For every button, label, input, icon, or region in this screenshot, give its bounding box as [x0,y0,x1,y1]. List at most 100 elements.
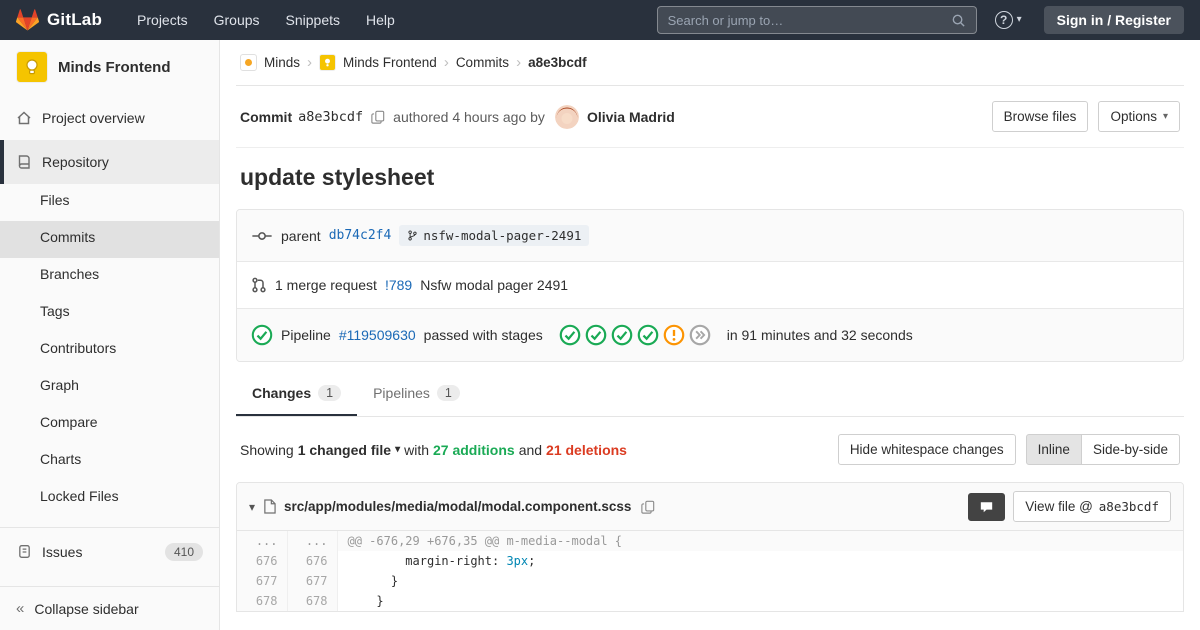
branch-name: nsfw-modal-pager-2491 [423,228,581,243]
nav-snippets[interactable]: Snippets [275,0,351,40]
collapse-diff-caret-icon[interactable]: ▾ [249,500,255,514]
diff-view-controls: Hide whitespace changes Inline Side-by-s… [838,434,1180,465]
lightbulb-icon [24,58,40,76]
sidebar-item-commits[interactable]: Commits [0,221,219,258]
view-file-sha: a8e3bcdf [1099,499,1159,514]
diff-line: 676 676 margin-right: 3px; [237,551,1183,571]
breadcrumb-minds[interactable]: Minds [264,55,300,70]
sidebar-item-files[interactable]: Files [0,184,219,221]
project-sidebar: Minds Frontend Project overview Reposito… [0,40,220,630]
collapse-sidebar-button[interactable]: « Collapse sidebar [0,586,219,630]
chevron-down-icon: ▾ [1017,15,1022,25]
project-context-header[interactable]: Minds Frontend [0,40,219,96]
code-text: ; [528,554,535,568]
diff-file-panel: ▾ src/app/modules/media/modal/modal.comp… [236,482,1184,612]
issues-icon [16,544,32,559]
pipeline-row: Pipeline #119509630 passed with stages i… [237,308,1183,361]
tab-changes-label: Changes [252,385,311,401]
commit-header: Commit a8e3bcdf authored 4 hours ago by … [236,86,1184,148]
search-icon[interactable] [951,13,966,28]
gitlab-logo[interactable]: GitLab [16,9,102,31]
additions-count: 27 additions [433,442,515,458]
sidebar-item-branches[interactable]: Branches [0,258,219,295]
chevron-right-icon: › [444,54,449,71]
diff-stats-text: Showing 1 changed file ▾ with 27 additio… [240,442,627,458]
branch-ref[interactable]: nsfw-modal-pager-2491 [399,225,589,246]
breadcrumb-commit-sha: a8e3bcdf [528,55,587,70]
sidebar-item-tags[interactable]: Tags [0,295,219,332]
view-file-button[interactable]: View file @ a8e3bcdf [1013,491,1171,522]
diff-hunk-row: ... ... @@ -676,29 +676,35 @@ m-media--m… [237,531,1183,551]
merge-request-link[interactable]: !789 [385,277,412,293]
search-input[interactable] [668,13,951,28]
stage-passed-icon[interactable] [559,324,581,346]
home-icon [16,110,32,126]
search-box[interactable] [657,6,977,34]
stage-skipped-icon[interactable] [689,324,711,346]
sidebar-item-charts[interactable]: Charts [0,443,219,480]
nav-help[interactable]: Help [355,0,406,40]
stage-passed-icon[interactable] [637,324,659,346]
with-label: with [404,442,429,458]
commit-title: update stylesheet [236,148,1184,209]
chevron-down-icon: ▾ [395,445,400,455]
code-line: margin-right: 3px; [337,551,1183,571]
new-line-number[interactable]: 678 [287,591,337,611]
changes-count-badge: 1 [318,385,341,401]
sidebar-item-graph[interactable]: Graph [0,369,219,406]
old-line-number[interactable]: 677 [237,571,287,591]
stage-passed-icon[interactable] [611,324,633,346]
stage-warning-icon[interactable] [663,324,685,346]
new-line-number[interactable]: 677 [287,571,337,591]
branch-icon [407,229,418,242]
sidebar-item-repository[interactable]: Repository [0,140,219,184]
diff-line: 678 678 } [237,591,1183,611]
sidebar-item-issues[interactable]: Issues 410 [0,527,219,575]
hunk-old-ellipsis: ... [237,531,287,551]
stage-passed-icon[interactable] [585,324,607,346]
old-line-number[interactable]: 678 [237,591,287,611]
issues-count-badge: 410 [165,543,203,561]
inline-view-button[interactable]: Inline [1026,434,1082,465]
browse-files-button[interactable]: Browse files [992,101,1089,132]
nav-groups[interactable]: Groups [203,0,271,40]
new-line-number[interactable]: 676 [287,551,337,571]
old-line-number[interactable]: 676 [237,551,287,571]
commit-sha: a8e3bcdf [298,109,363,125]
diff-file-path[interactable]: src/app/modules/media/modal/modal.compon… [284,499,631,514]
tab-changes[interactable]: Changes 1 [236,372,357,416]
sidebar-item-contributors[interactable]: Contributors [0,332,219,369]
group-avatar [240,54,257,71]
help-dropdown[interactable]: ? ▾ [995,11,1022,29]
diff-line: 677 677 } [237,571,1183,591]
code-line: } [337,591,1183,611]
book-icon [16,154,32,170]
code-text: } [348,574,399,588]
breadcrumb-commits[interactable]: Commits [456,55,509,70]
hunk-header-text: @@ -676,29 +676,35 @@ m-media--modal { [337,531,1183,551]
question-icon: ? [995,11,1013,29]
commit-label: Commit [240,109,292,125]
commit-tabs: Changes 1 Pipelines 1 [236,372,1184,417]
changed-files-dropdown[interactable]: 1 changed file ▾ [298,442,400,458]
options-dropdown-button[interactable]: Options ▾ [1098,101,1180,132]
parent-sha-link[interactable]: db74c2f4 [329,228,392,243]
sign-in-button[interactable]: Sign in / Register [1044,6,1184,34]
tab-pipelines[interactable]: Pipelines 1 [357,372,476,416]
hide-whitespace-button[interactable]: Hide whitespace changes [838,434,1016,465]
author-name[interactable]: Olivia Madrid [587,109,675,125]
parent-label: parent [281,228,321,244]
copy-icon [641,500,655,514]
breadcrumb-minds-frontend[interactable]: Minds Frontend [343,55,437,70]
nav-projects[interactable]: Projects [126,0,199,40]
copy-sha-button[interactable] [369,108,387,126]
side-by-side-view-button[interactable]: Side-by-side [1081,434,1180,465]
tab-pipelines-label: Pipelines [373,385,430,401]
sidebar-item-locked-files[interactable]: Locked Files [0,480,219,517]
author-avatar[interactable] [555,105,579,129]
toggle-comments-button[interactable] [968,493,1005,521]
sidebar-item-project-overview[interactable]: Project overview [0,96,219,140]
pipeline-link[interactable]: #119509630 [339,327,416,343]
copy-path-button[interactable] [639,498,657,516]
sidebar-item-compare[interactable]: Compare [0,406,219,443]
